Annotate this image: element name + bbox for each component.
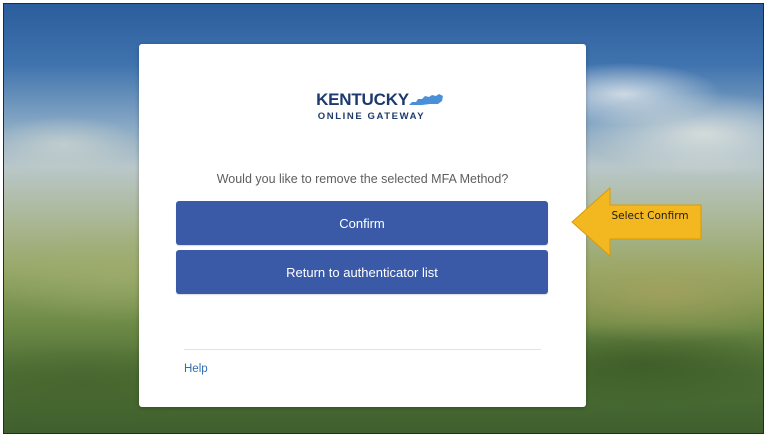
mfa-remove-dialog: KENTUCKY ONLINE GATEWAY Would you like t… bbox=[139, 44, 586, 407]
return-to-authenticator-list-button[interactable]: Return to authenticator list bbox=[176, 250, 548, 294]
screenshot-frame: KENTUCKY ONLINE GATEWAY Would you like t… bbox=[3, 3, 764, 434]
confirm-button[interactable]: Confirm bbox=[176, 201, 548, 245]
remove-mfa-prompt: Would you like to remove the selected MF… bbox=[216, 172, 509, 186]
callout-label: Select Confirm bbox=[611, 210, 689, 222]
select-confirm-callout: Select Confirm bbox=[570, 185, 704, 259]
callout-arrow-icon bbox=[571, 186, 702, 258]
help-link[interactable]: Help bbox=[184, 363, 208, 375]
logo-title: KENTUCKY bbox=[316, 90, 444, 109]
logo-subtitle: ONLINE GATEWAY bbox=[317, 111, 426, 122]
logo-title-text: KENTUCKY bbox=[316, 90, 409, 109]
kentucky-state-icon bbox=[409, 94, 444, 105]
footer-divider bbox=[184, 349, 541, 350]
kentucky-online-gateway-logo: KENTUCKY ONLINE GATEWAY bbox=[139, 91, 586, 123]
